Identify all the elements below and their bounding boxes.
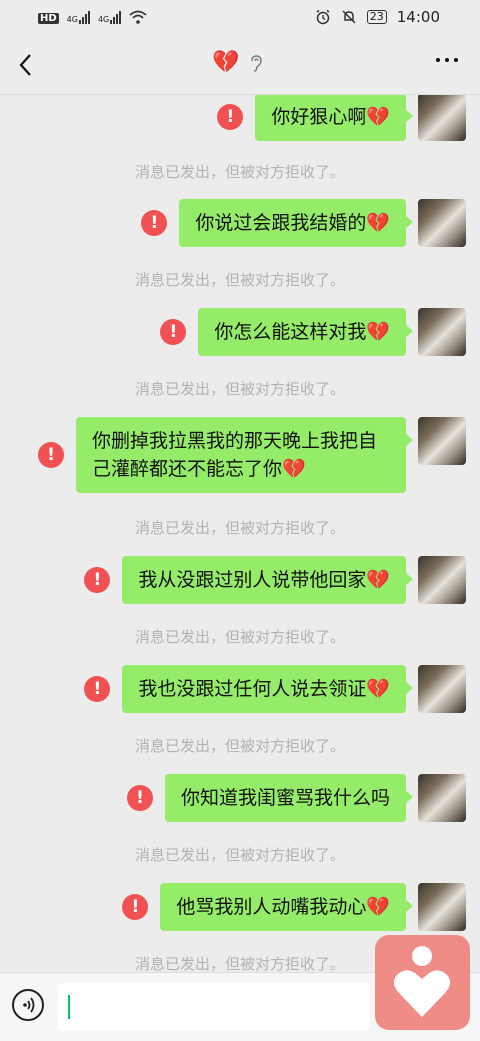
battery-indicator: 23	[366, 10, 387, 24]
rejected-notice: 消息已发出，但被对方拒收了。	[134, 519, 345, 537]
send-failed-icon[interactable]: !	[84, 567, 111, 593]
hearing-icon	[251, 54, 263, 72]
alarm-icon	[316, 9, 330, 25]
rejected-notice: 消息已发出，但被对方拒收了。	[134, 628, 345, 646]
network-4g-2: 4G	[98, 10, 122, 24]
message-row: ! 你知道我闺蜜骂我什么吗	[126, 774, 466, 822]
send-failed-icon[interactable]: !	[84, 676, 111, 702]
status-right: 23 14:00	[315, 8, 440, 26]
send-failed-icon[interactable]: !	[217, 104, 244, 130]
send-failed-icon[interactable]: !	[122, 894, 149, 920]
avatar[interactable]	[418, 556, 466, 604]
message-row: ! 他骂我别人动嘴我动心💔	[122, 883, 466, 931]
avatar[interactable]	[418, 308, 466, 356]
message-bubble[interactable]: 你怎么能这样对我💔	[198, 308, 413, 356]
message-row: ! 你怎么能这样对我💔	[160, 308, 466, 356]
chat-title: 💔	[212, 50, 263, 75]
mute-bell-icon	[342, 10, 356, 24]
hd-badge: HD	[38, 13, 59, 24]
floating-heart-app-icon[interactable]	[375, 935, 470, 1030]
send-failed-icon[interactable]: !	[38, 442, 64, 468]
message-row: ! 我也没跟过任何人说去领证💔	[84, 665, 466, 713]
wifi-icon	[129, 10, 147, 24]
title-emoji: 💔	[212, 50, 240, 75]
text-cursor	[68, 995, 70, 1019]
message-bubble[interactable]: 我也没跟过任何人说去领证💔	[122, 665, 413, 713]
send-failed-icon[interactable]: !	[126, 785, 153, 811]
network-4g-1: 4G	[67, 10, 90, 24]
message-bubble[interactable]: 你好狠心啊💔	[255, 95, 413, 141]
avatar[interactable]	[418, 883, 466, 931]
message-input[interactable]	[58, 983, 370, 1031]
message-bubble[interactable]: 你删掉我拉黑我的那天晚上我把自己灌醉都还不能忘了你💔	[76, 417, 413, 493]
voice-toggle-icon[interactable]	[12, 989, 44, 1021]
chevron-left-icon[interactable]	[14, 50, 38, 80]
message-row: ! 你好狠心啊💔	[217, 95, 466, 141]
status-left: HD 4G 4G	[38, 10, 147, 24]
clock: 14:00	[396, 8, 440, 26]
message-list[interactable]: ! 你好狠心啊💔 消息已发出，但被对方拒收了。 ! 你说过会跟我结婚的💔 消息已…	[0, 95, 480, 972]
message-bubble[interactable]: 你知道我闺蜜骂我什么吗	[164, 774, 414, 822]
signal-icon	[78, 10, 90, 24]
avatar[interactable]	[418, 95, 466, 141]
message-row: ! 你删掉我拉黑我的那天晚上我把自己灌醉都还不能忘了你💔	[38, 417, 466, 493]
rejected-notice: 消息已发出，但被对方拒收了。	[134, 163, 345, 181]
status-bar: HD 4G 4G 23 14:00	[0, 0, 480, 36]
rejected-notice: 消息已发出，但被对方拒收了。	[134, 271, 345, 289]
rejected-notice: 消息已发出，但被对方拒收了。	[134, 846, 345, 864]
rejected-notice: 消息已发出，但被对方拒收了。	[134, 737, 345, 755]
message-row: ! 我从没跟过别人说带他回家💔	[84, 556, 466, 604]
more-dots-icon[interactable]	[436, 58, 458, 62]
rejected-notice: 消息已发出，但被对方拒收了。	[134, 380, 345, 398]
avatar[interactable]	[418, 199, 466, 247]
message-bubble[interactable]: 我从没跟过别人说带他回家💔	[122, 556, 413, 604]
send-failed-icon[interactable]: !	[141, 210, 168, 236]
avatar[interactable]	[418, 774, 466, 822]
message-row: ! 你说过会跟我结婚的💔	[141, 199, 466, 247]
chat-header: 💔	[0, 36, 480, 95]
avatar[interactable]	[418, 417, 466, 465]
avatar[interactable]	[418, 665, 466, 713]
signal-icon-2	[110, 10, 122, 24]
send-failed-icon[interactable]: !	[160, 319, 187, 345]
message-bubble[interactable]: 你说过会跟我结婚的💔	[179, 199, 413, 247]
message-bubble[interactable]: 他骂我别人动嘴我动心💔	[160, 883, 413, 931]
